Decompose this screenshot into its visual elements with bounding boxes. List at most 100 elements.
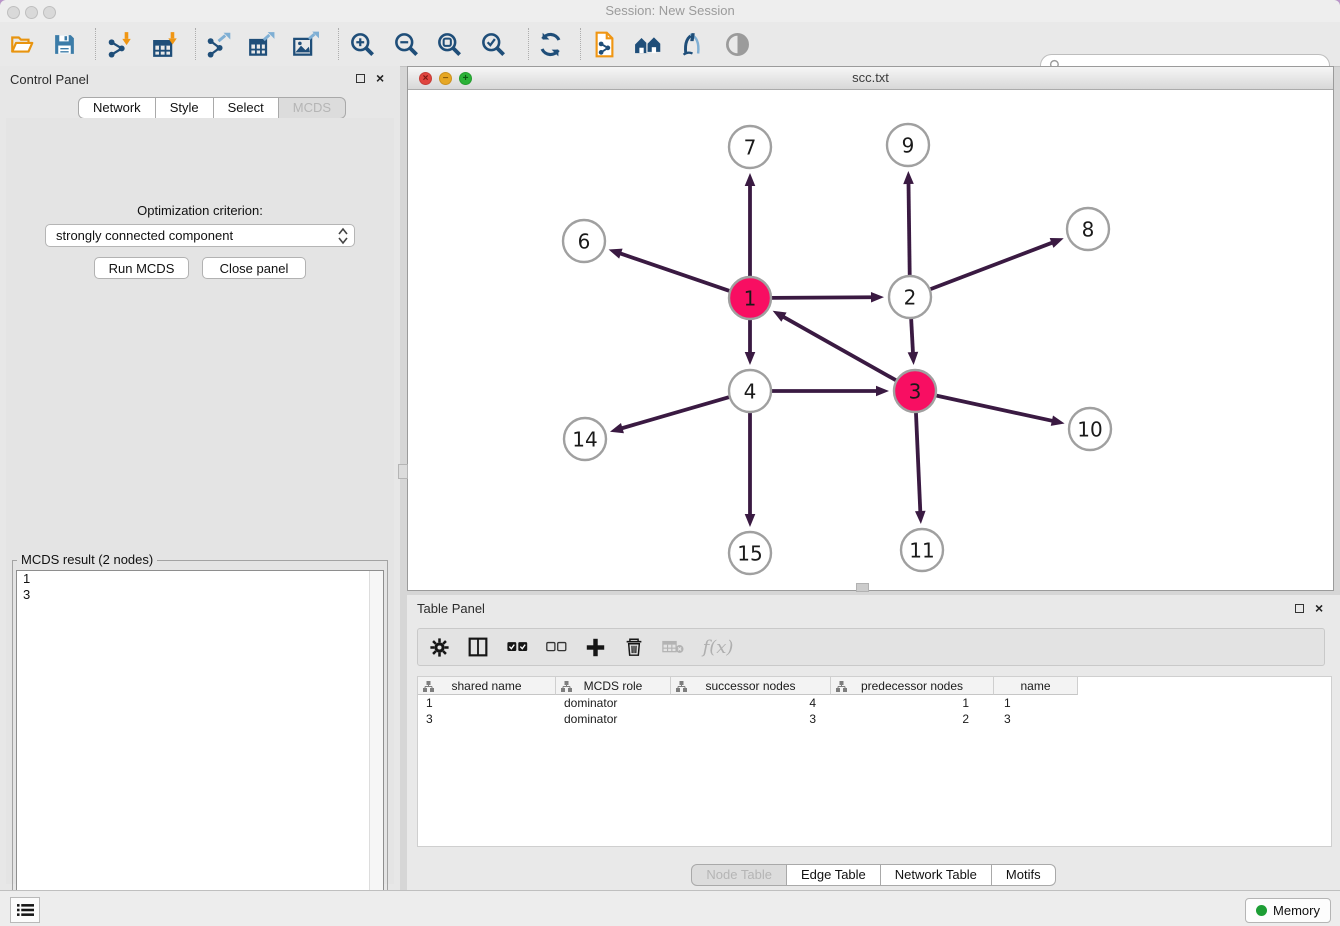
float-table-panel-button[interactable] xyxy=(1295,603,1307,615)
cell-name[interactable]: 1 xyxy=(994,695,1078,711)
delete-table-button-disabled[interactable] xyxy=(662,635,684,659)
graph-edge-arrowhead xyxy=(871,292,884,303)
close-panel-action-button[interactable]: Close panel xyxy=(202,257,306,279)
cell-predecessor-nodes[interactable]: 2 xyxy=(831,711,994,727)
export-image-button[interactable] xyxy=(291,30,319,58)
show-columns-button[interactable] xyxy=(467,635,489,659)
tab-mcds[interactable]: MCDS xyxy=(279,97,346,119)
application-window: Session: New Session xyxy=(0,0,1340,926)
zoom-out-button[interactable] xyxy=(392,30,420,58)
delete-column-button[interactable] xyxy=(623,635,645,659)
new-network-from-selection-button[interactable] xyxy=(590,30,618,58)
zoom-fit-button[interactable] xyxy=(435,30,463,58)
first-neighbors-button[interactable] xyxy=(634,30,662,58)
graph-edge-2-3[interactable] xyxy=(911,319,913,353)
column-edit-icon xyxy=(561,681,572,692)
toolbar-separator xyxy=(338,28,339,60)
zoom-selected-button[interactable] xyxy=(479,30,507,58)
graph-edge-3-11[interactable] xyxy=(916,413,920,512)
export-table-icon xyxy=(248,31,275,58)
table-row[interactable]: 1 dominator 4 1 1 xyxy=(418,695,1331,711)
export-table-button[interactable] xyxy=(247,30,275,58)
cell-mcds-role[interactable]: dominator xyxy=(556,695,671,711)
cell-successor-nodes[interactable]: 4 xyxy=(671,695,831,711)
close-panel-button[interactable]: × xyxy=(376,73,388,85)
zoom-in-button[interactable] xyxy=(348,30,376,58)
deselect-all-button[interactable] xyxy=(545,635,567,659)
graph-edge-3-10[interactable] xyxy=(936,396,1052,421)
horizontal-splitter-grip[interactable] xyxy=(856,583,869,592)
gear-icon xyxy=(430,638,449,657)
cell-successor-nodes[interactable]: 3 xyxy=(671,711,831,727)
network-graph-canvas[interactable]: 7968124314101511 xyxy=(408,89,1333,590)
task-history-button[interactable] xyxy=(10,897,40,923)
graph-edge-3-1[interactable] xyxy=(783,317,896,381)
result-scrollbar[interactable] xyxy=(369,571,383,926)
tab-select[interactable]: Select xyxy=(214,97,279,119)
graph-edge-1-6[interactable] xyxy=(620,253,729,291)
tab-node-table[interactable]: Node Table xyxy=(691,864,787,886)
mcds-result-line: 1 xyxy=(17,571,383,587)
export-network-button[interactable] xyxy=(204,30,232,58)
graph-node-label: 4 xyxy=(744,380,757,404)
memory-status-dot xyxy=(1256,905,1267,916)
import-network-button[interactable] xyxy=(105,30,133,58)
close-table-panel-button[interactable]: × xyxy=(1315,603,1327,615)
graph-edge-arrowhead xyxy=(915,511,926,524)
control-panel: Control Panel × Network Style Select MCD… xyxy=(0,66,400,890)
style-brush-button[interactable] xyxy=(678,30,706,58)
run-mcds-button[interactable]: Run MCDS xyxy=(94,257,189,279)
tab-motifs[interactable]: Motifs xyxy=(992,864,1056,886)
network-window-titlebar[interactable]: × − + scc.txt xyxy=(408,67,1333,90)
cell-shared-name[interactable]: 3 xyxy=(418,711,556,727)
create-column-button[interactable] xyxy=(584,635,606,659)
window-titlebar: Session: New Session xyxy=(0,0,1340,23)
criterion-dropdown-value: strongly connected component xyxy=(56,228,233,243)
save-session-button[interactable] xyxy=(50,30,78,58)
refresh-icon xyxy=(537,31,564,58)
column-edit-icon xyxy=(836,681,847,692)
table-settings-button[interactable] xyxy=(428,635,450,659)
toolbar-separator xyxy=(95,28,96,60)
houses-icon xyxy=(634,30,662,59)
graph-edge-2-8[interactable] xyxy=(931,243,1053,290)
tab-network-table[interactable]: Network Table xyxy=(881,864,992,886)
cell-shared-name[interactable]: 1 xyxy=(418,695,556,711)
graph-node-label: 11 xyxy=(909,539,934,563)
open-session-button[interactable] xyxy=(8,30,36,58)
memory-button[interactable]: Memory xyxy=(1245,898,1331,923)
cell-name[interactable]: 3 xyxy=(994,711,1078,727)
main-toolbar xyxy=(0,22,1340,67)
tab-style[interactable]: Style xyxy=(156,97,214,119)
select-all-button[interactable] xyxy=(506,635,528,659)
column-header-mcds-role[interactable]: MCDS role xyxy=(556,677,671,695)
graph-node-label: 7 xyxy=(744,136,757,160)
function-builder-button-disabled[interactable]: f(x) xyxy=(701,635,735,659)
import-table-button[interactable] xyxy=(151,30,179,58)
cell-predecessor-nodes[interactable]: 1 xyxy=(831,695,994,711)
mcds-result-textarea[interactable]: 1 3 xyxy=(16,570,384,926)
zoom-in-icon xyxy=(349,31,376,58)
float-panel-button[interactable] xyxy=(356,73,368,85)
criterion-dropdown[interactable]: strongly connected component xyxy=(45,224,355,247)
tab-network[interactable]: Network xyxy=(78,97,156,119)
apply-layout-button[interactable] xyxy=(536,30,564,58)
column-header-shared-name[interactable]: shared name xyxy=(418,677,556,695)
column-header-predecessor-nodes[interactable]: predecessor nodes xyxy=(831,677,994,695)
column-edit-icon xyxy=(676,681,687,692)
graph-edge-1-2[interactable] xyxy=(772,297,872,298)
column-header-name[interactable]: name xyxy=(994,677,1078,695)
tab-edge-table[interactable]: Edge Table xyxy=(787,864,881,886)
table-row[interactable]: 3 dominator 3 2 3 xyxy=(418,711,1331,727)
unchecked-boxes-icon xyxy=(546,641,567,653)
column-header-successor-nodes[interactable]: successor nodes xyxy=(671,677,831,695)
graph-edge-4-14[interactable] xyxy=(621,397,728,428)
toolbar-separator xyxy=(195,28,196,60)
import-network-icon xyxy=(106,31,133,58)
network-window-title: scc.txt xyxy=(408,70,1333,85)
graph-edge-2-9[interactable] xyxy=(909,183,910,275)
show-hide-details-button[interactable] xyxy=(723,30,751,58)
cell-mcds-role[interactable]: dominator xyxy=(556,711,671,727)
vertical-splitter-grip[interactable] xyxy=(398,464,408,479)
graph-node-label: 14 xyxy=(572,428,597,452)
